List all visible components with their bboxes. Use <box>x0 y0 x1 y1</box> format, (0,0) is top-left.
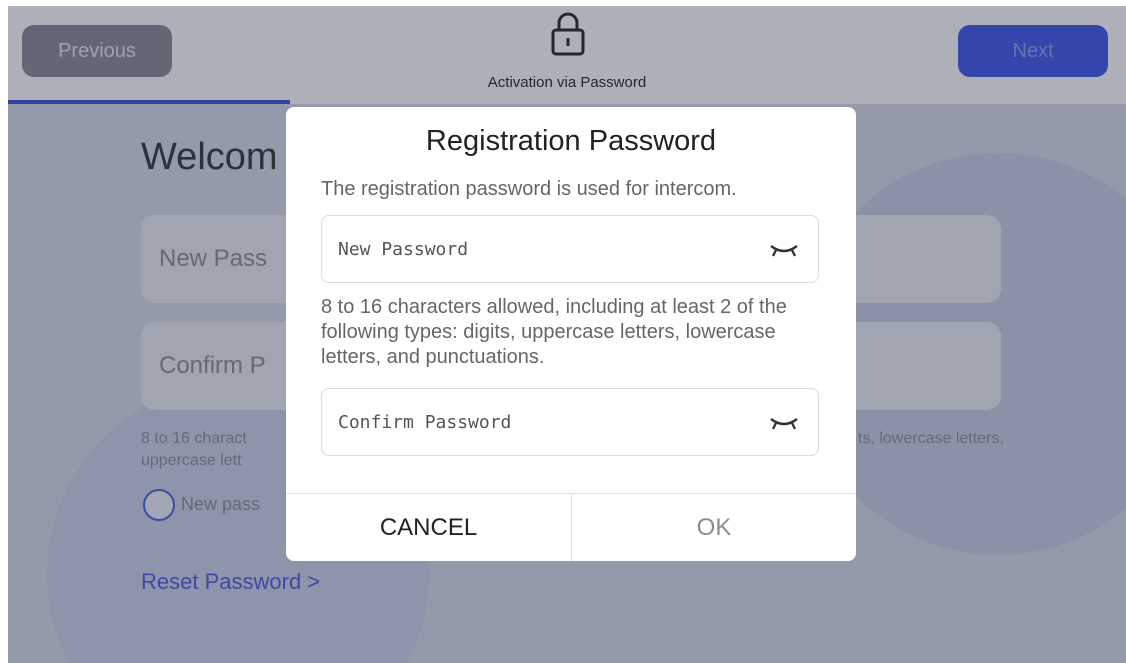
dialog-description: The registration password is used for in… <box>321 178 737 200</box>
eye-closed-icon[interactable] <box>768 240 800 260</box>
dialog-title: Registration Password <box>425 125 717 157</box>
new-password-field[interactable] <box>321 215 819 283</box>
registration-password-dialog: Registration Password The registration p… <box>286 107 856 561</box>
app-screen: Previous Activation via Password Next We… <box>8 6 1126 663</box>
ok-button[interactable]: OK <box>571 494 856 561</box>
cancel-button[interactable]: CANCEL <box>286 494 571 561</box>
new-password-input[interactable] <box>338 236 738 262</box>
confirm-password-field[interactable] <box>321 388 819 456</box>
dialog-footer: CANCEL OK <box>286 493 856 561</box>
eye-closed-icon[interactable] <box>768 413 800 433</box>
confirm-password-input[interactable] <box>338 409 738 435</box>
password-rules: 8 to 16 characters allowed, including at… <box>321 296 787 368</box>
